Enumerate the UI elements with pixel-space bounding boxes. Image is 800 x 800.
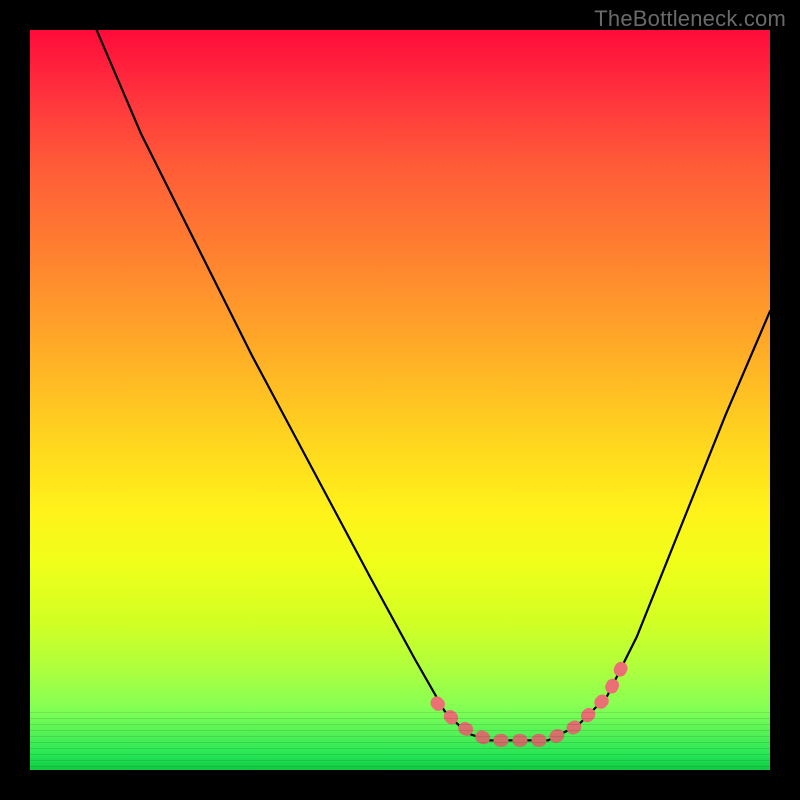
- curve-layer: [30, 30, 770, 770]
- watermark-label: TheBottleneck.com: [594, 6, 786, 32]
- bottom-highlight: [437, 666, 622, 740]
- bottleneck-curve: [97, 30, 770, 740]
- plot-area: [30, 30, 770, 770]
- chart-stage: TheBottleneck.com: [0, 0, 800, 800]
